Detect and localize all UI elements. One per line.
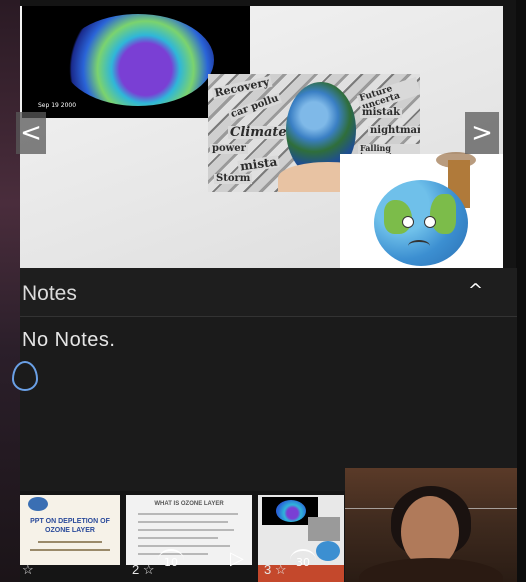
climate-word: mista <box>237 154 280 174</box>
ozone-caption: Sep 19 2000 <box>38 102 77 109</box>
chevron-right-icon: > <box>471 118 493 148</box>
climate-word: nightmar <box>368 126 420 136</box>
climate-word: Storm <box>214 173 253 184</box>
thumbnail-title: PPT ON DEPLETION OF OZONE LAYER <box>30 518 110 535</box>
notes-title: Notes <box>22 282 77 305</box>
webcam-overlay <box>345 468 517 582</box>
slide-thumbnail[interactable]: PPT ON DEPLETION OF OZONE LAYER <box>20 495 120 565</box>
sad-earth-image <box>340 152 503 268</box>
ozone-globe-graphic <box>62 14 214 106</box>
device-left-edge <box>0 0 20 582</box>
globe-icon <box>28 497 48 511</box>
rewind-10-button[interactable]: 10 <box>164 556 178 569</box>
climate-word: car pollu <box>227 92 282 121</box>
thumbnail-number: 2 ☆ <box>132 562 155 577</box>
presenter-shoulders <box>359 558 503 582</box>
droplet-icon <box>12 361 38 391</box>
notes-header[interactable]: Notes ^ <box>20 268 517 317</box>
slide-preview: Sep 19 2000 Recovery car pollu Climate p… <box>20 6 503 268</box>
next-slide-button[interactable]: > <box>465 112 499 154</box>
notes-text: No Notes. <box>22 329 116 351</box>
device-right-edge <box>516 0 526 582</box>
forward-30-button[interactable]: 30 <box>296 556 310 569</box>
sad-earth-graphic <box>374 180 468 266</box>
thumbnail-number: ☆ <box>22 562 34 577</box>
notes-body[interactable]: No Notes. <box>12 317 517 491</box>
thumbnail-title: WHAT IS OZONE LAYER <box>154 501 224 507</box>
climate-word: power <box>210 143 248 154</box>
thumbnail-number: 3 ☆ <box>264 562 287 577</box>
climate-word: Recovery <box>211 75 273 100</box>
chevron-up-icon[interactable]: ^ <box>468 280 483 301</box>
climate-word: mistak <box>360 107 403 118</box>
chevron-left-icon: < <box>20 118 42 148</box>
climate-word: Climate <box>228 125 289 140</box>
previous-slide-button[interactable]: < <box>16 112 46 154</box>
play-icon[interactable]: ▷ <box>230 548 244 569</box>
